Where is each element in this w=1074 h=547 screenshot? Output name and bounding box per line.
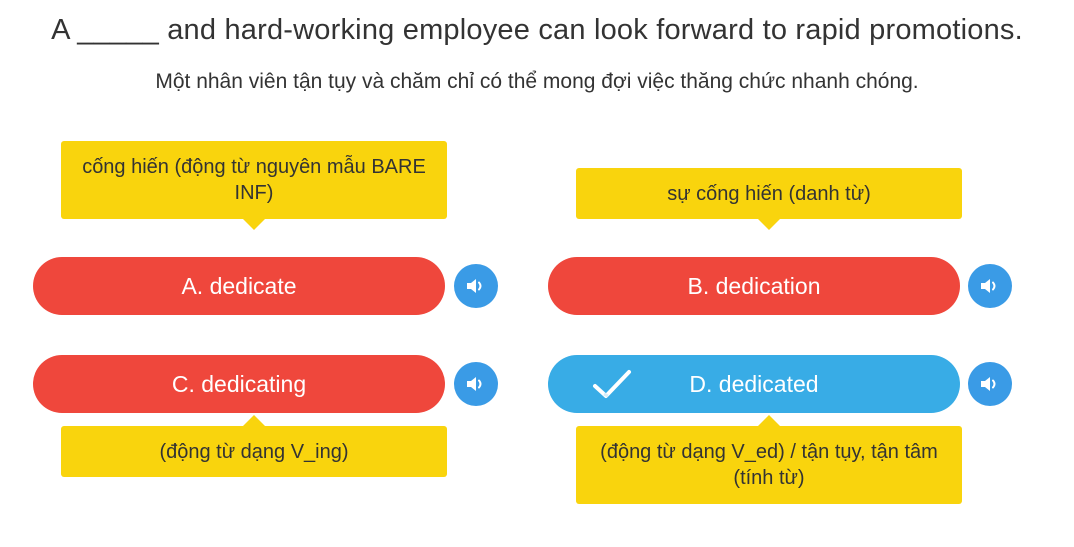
- hint-pointer: [758, 415, 780, 426]
- hint-option-a: cống hiến (động từ nguyên mẫu BARE INF): [61, 141, 447, 230]
- checkmark-icon: [593, 370, 631, 398]
- option-a-button[interactable]: A. dedicate: [33, 257, 445, 315]
- option-d-speaker-button[interactable]: [968, 362, 1012, 406]
- option-d-label: D. dedicated: [689, 370, 819, 397]
- option-b-label: B. dedication: [687, 272, 821, 299]
- hint-option-a-text: cống hiến (động từ nguyên mẫu BARE INF): [82, 156, 426, 204]
- hint-option-b-text: sự cống hiến (danh từ): [667, 182, 871, 205]
- option-c-label: C. dedicating: [171, 370, 307, 397]
- option-a-speaker-button[interactable]: [454, 264, 498, 308]
- hint-pointer: [243, 415, 265, 426]
- option-d-button[interactable]: D. dedicated: [548, 355, 960, 413]
- speaker-icon: [467, 279, 482, 293]
- hint-option-d: (động từ dạng V_ed) / tận tụy, tận tâm (…: [576, 415, 962, 504]
- quiz-stage: A _____ and hard-working employee can lo…: [0, 0, 1074, 547]
- hint-option-c-text: (động từ dạng V_ing): [159, 440, 349, 463]
- hint-option-d-text: (động từ dạng V_ed) / tận tụy, tận tâm (…: [600, 441, 938, 489]
- option-a-label: A. dedicate: [181, 272, 297, 299]
- hint-pointer: [243, 219, 265, 230]
- option-b-button[interactable]: B. dedication: [548, 257, 960, 315]
- question-translation: Một nhân viên tận tụy và chăm chỉ có thể…: [155, 70, 919, 93]
- hint-pointer: [758, 219, 780, 230]
- option-c-speaker-button[interactable]: [454, 362, 498, 406]
- hint-option-c: (động từ dạng V_ing): [61, 415, 447, 477]
- speaker-icon: [467, 377, 482, 391]
- speaker-icon: [981, 279, 996, 293]
- option-c-button[interactable]: C. dedicating: [33, 355, 445, 413]
- question-text: A _____ and hard-working employee can lo…: [51, 14, 1023, 46]
- hint-option-b: sự cống hiến (danh từ): [576, 168, 962, 230]
- speaker-icon: [981, 377, 996, 391]
- option-b-speaker-button[interactable]: [968, 264, 1012, 308]
